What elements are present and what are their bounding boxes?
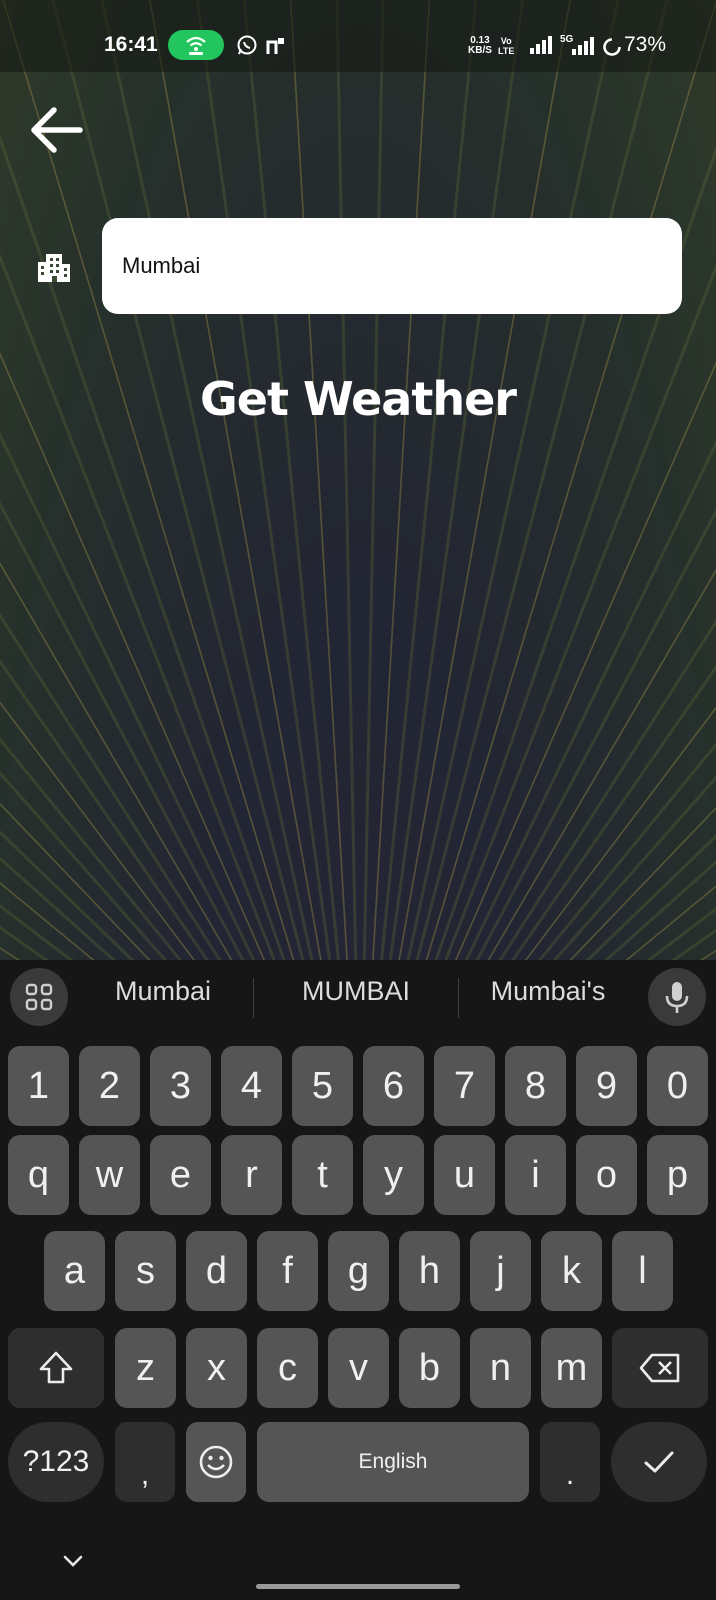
- shift-icon: [39, 1351, 73, 1384]
- battery-percent: 73%: [624, 33, 667, 56]
- comma-key[interactable]: ,: [115, 1422, 175, 1502]
- check-icon: [644, 1451, 674, 1473]
- status-time: 16:41: [104, 33, 158, 56]
- keyboard: Mumbai MUMBAI Mumbai's 1234567890 qwerty…: [0, 960, 716, 1600]
- key-c[interactable]: c: [257, 1328, 318, 1408]
- gesture-handle: [256, 1584, 460, 1589]
- palm-leaf-pattern: [0, 0, 716, 960]
- background-image: [0, 0, 716, 960]
- key-h[interactable]: h: [399, 1231, 460, 1311]
- key-y[interactable]: y: [363, 1135, 424, 1215]
- enter-key[interactable]: [611, 1422, 707, 1502]
- key-8[interactable]: 8: [505, 1046, 566, 1126]
- network-speed: 0.13 KB/S: [468, 36, 492, 56]
- key-0[interactable]: 0: [647, 1046, 708, 1126]
- symbols-key[interactable]: ?123: [8, 1422, 104, 1502]
- hotspot-indicator: [168, 30, 224, 60]
- key-j[interactable]: j: [470, 1231, 531, 1311]
- key-o[interactable]: o: [576, 1135, 637, 1215]
- city-input-value: Mumbai: [122, 253, 201, 278]
- key-k[interactable]: k: [541, 1231, 602, 1311]
- emoji-icon: [199, 1445, 233, 1479]
- key-4[interactable]: 4: [221, 1046, 282, 1126]
- city-buildings-icon: [38, 254, 70, 282]
- key-l[interactable]: l: [612, 1231, 673, 1311]
- voice-input-button[interactable]: [648, 968, 706, 1026]
- battery-icon: [603, 38, 621, 56]
- key-b[interactable]: b: [399, 1328, 460, 1408]
- status-bar: 16:41 0.13 KB/S Vo LTE 5G 73%: [0, 0, 716, 72]
- emoji-key[interactable]: [186, 1422, 246, 1502]
- space-key[interactable]: English: [257, 1422, 529, 1502]
- key-w[interactable]: w: [79, 1135, 140, 1215]
- key-6[interactable]: 6: [363, 1046, 424, 1126]
- key-e[interactable]: e: [150, 1135, 211, 1215]
- apps-grid-button[interactable]: [10, 968, 68, 1026]
- signal-icon: [530, 36, 552, 54]
- volte-top: Vo: [500, 36, 512, 46]
- key-i[interactable]: i: [505, 1135, 566, 1215]
- key-p[interactable]: p: [647, 1135, 708, 1215]
- volte-indicator: Vo LTE: [498, 36, 514, 56]
- key-n[interactable]: n: [470, 1328, 531, 1408]
- key-5[interactable]: 5: [292, 1046, 353, 1126]
- key-7[interactable]: 7: [434, 1046, 495, 1126]
- key-3[interactable]: 3: [150, 1046, 211, 1126]
- key-q[interactable]: q: [8, 1135, 69, 1215]
- key-z[interactable]: z: [115, 1328, 176, 1408]
- key-g[interactable]: g: [328, 1231, 389, 1311]
- key-d[interactable]: d: [186, 1231, 247, 1311]
- key-x[interactable]: x: [186, 1328, 247, 1408]
- suggestion-3[interactable]: Mumbai's: [470, 976, 626, 1007]
- backspace-key[interactable]: [612, 1328, 708, 1408]
- apps-grid-icon: [25, 983, 53, 1011]
- background-shade: [0, 0, 716, 960]
- key-9[interactable]: 9: [576, 1046, 637, 1126]
- city-input[interactable]: Mumbai: [102, 218, 682, 314]
- hotspot-icon: [186, 36, 206, 55]
- network-type-text: 5G: [560, 34, 574, 45]
- microphone-icon: [665, 982, 689, 1013]
- notification-app-icon: [266, 38, 284, 54]
- suggestion-bar: Mumbai MUMBAI Mumbai's: [0, 960, 716, 1036]
- shift-key[interactable]: [8, 1328, 104, 1408]
- suggestion-1[interactable]: Mumbai: [90, 976, 236, 1007]
- get-weather-button[interactable]: Get Weather: [0, 372, 716, 426]
- signal-5g-icon: 5G: [560, 34, 594, 55]
- key-f[interactable]: f: [257, 1231, 318, 1311]
- key-t[interactable]: t: [292, 1135, 353, 1215]
- period-key[interactable]: .: [540, 1422, 600, 1502]
- suggestion-divider: [458, 978, 459, 1018]
- key-m[interactable]: m: [541, 1328, 602, 1408]
- suggestion-2[interactable]: MUMBAI: [270, 976, 442, 1007]
- key-a[interactable]: a: [44, 1231, 105, 1311]
- chevron-down-icon[interactable]: [62, 1554, 84, 1568]
- net-speed-unit: KB/S: [468, 45, 492, 56]
- key-1[interactable]: 1: [8, 1046, 69, 1126]
- back-arrow-icon[interactable]: [26, 100, 86, 160]
- suggestion-divider: [253, 978, 254, 1018]
- key-u[interactable]: u: [434, 1135, 495, 1215]
- key-s[interactable]: s: [115, 1231, 176, 1311]
- backspace-icon: [639, 1353, 680, 1383]
- key-2[interactable]: 2: [79, 1046, 140, 1126]
- key-r[interactable]: r: [221, 1135, 282, 1215]
- key-v[interactable]: v: [328, 1328, 389, 1408]
- volte-bottom: LTE: [498, 46, 515, 56]
- whatsapp-icon: [237, 35, 257, 55]
